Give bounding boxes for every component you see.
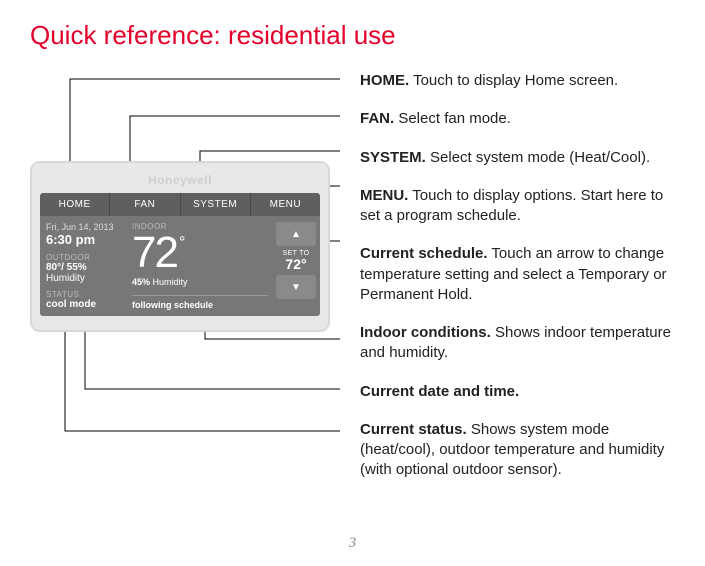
callout-system: SYSTEM. Select system mode (Heat/Cool). — [360, 148, 675, 168]
chevron-up-icon: ▲ — [291, 229, 301, 240]
chevron-down-icon: ▼ — [291, 282, 301, 293]
indoor-humidity: 45% Humidity — [132, 277, 268, 287]
nav-fan-button[interactable]: FAN — [110, 193, 180, 216]
set-to-block: SET TO 72° — [283, 250, 310, 271]
set-to-value: 72° — [283, 257, 310, 271]
callout-status: Current status. Shows system mode (heat/… — [360, 420, 675, 481]
status-value: cool mode — [46, 299, 122, 310]
callout-list: HOME. Touch to display Home screen. FAN.… — [360, 71, 675, 481]
page-number: 3 — [0, 535, 705, 552]
nav-menu-button[interactable]: MENU — [251, 193, 320, 216]
nav-system-button[interactable]: SYSTEM — [181, 193, 251, 216]
thermostat-navbar: HOME FAN SYSTEM MENU — [40, 193, 320, 216]
callout-schedule: Current schedule. Touch an arrow to chan… — [360, 244, 675, 305]
callout-fan: FAN. Select fan mode. — [360, 109, 675, 129]
thermostat-device: Honeywell HOME FAN SYSTEM MENU Fri, Jun … — [30, 161, 330, 332]
callout-home: HOME. Touch to display Home screen. — [360, 71, 675, 91]
callout-menu: MENU. Touch to display options. Start he… — [360, 186, 675, 227]
brand-label: Honeywell — [40, 173, 320, 187]
temp-up-button[interactable]: ▲ — [276, 222, 316, 246]
status-label: STATUS — [46, 290, 122, 299]
thermostat-screen: Fri, Jun 14, 2013 6:30 pm OUTDOOR 80°/ 5… — [40, 216, 320, 316]
callout-indoor: Indoor conditions. Shows indoor temperat… — [360, 323, 675, 364]
schedule-status: following schedule — [132, 295, 268, 310]
outdoor-block: OUTDOOR 80°/ 55% Humidity — [46, 253, 122, 284]
current-date: Fri, Jun 14, 2013 — [46, 222, 122, 232]
page-title: Quick reference: residential use — [30, 20, 675, 51]
date-time-block: Fri, Jun 14, 2013 6:30 pm — [46, 222, 122, 247]
indoor-temperature: 72° — [132, 231, 268, 275]
nav-home-button[interactable]: HOME — [40, 193, 110, 216]
outdoor-label: OUTDOOR — [46, 253, 122, 262]
callout-datetime: Current date and time. — [360, 382, 675, 402]
current-time: 6:30 pm — [46, 232, 122, 247]
status-block: STATUS cool mode — [46, 290, 122, 310]
outdoor-value: 80°/ 55% Humidity — [46, 262, 122, 284]
temp-down-button[interactable]: ▼ — [276, 275, 316, 299]
